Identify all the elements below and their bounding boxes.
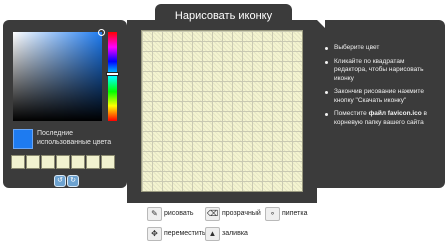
tool-label: переместить [164, 230, 206, 237]
fill-bucket-icon: ▲ [205, 227, 220, 241]
eyedropper-icon: ∘ [265, 207, 280, 221]
tool-label: заливка [222, 230, 248, 237]
instruction-filename: файл favicon.ico [368, 110, 422, 117]
redo-icon[interactable]: ↻ [67, 175, 79, 187]
move-icon: ✥ [147, 227, 162, 241]
recent-color-swatch[interactable] [26, 155, 40, 169]
eraser-icon: ⌫ [205, 207, 220, 221]
current-color-swatch [13, 129, 33, 149]
instruction-item: Кликайте по квадратам редактора, чтобы н… [325, 58, 439, 84]
instructions-panel: Выберите цвет Кликайте по квадратам реда… [317, 20, 445, 188]
page-title: Нарисовать иконку [174, 10, 273, 22]
tool-label: пипетка [282, 210, 308, 217]
hue-slider[interactable] [106, 32, 119, 121]
instructions-list: Выберите цвет Кликайте по квадратам реда… [325, 44, 439, 132]
hue-slider-handle[interactable] [106, 72, 119, 76]
tool-label: прозрачный [222, 210, 261, 217]
recent-colors-label: Последние использованные цвета [37, 130, 112, 146]
recent-color-swatch[interactable] [41, 155, 55, 169]
instruction-item: Закончив рисование нажмите кнопку "Скача… [325, 88, 439, 105]
color-picker-cursor[interactable] [98, 29, 105, 36]
panel-notch [317, 20, 325, 28]
instruction-text: Поместите [334, 110, 369, 117]
title-tab: Нарисовать иконку [155, 4, 292, 26]
tool-label: рисовать [164, 210, 194, 217]
pencil-icon: ✎ [147, 207, 162, 221]
instruction-item: Поместите файл favicon.ico в корневую па… [325, 110, 439, 127]
undo-icon[interactable]: ↺ [54, 175, 66, 187]
recent-color-swatch[interactable] [56, 155, 70, 169]
saturation-value-picker[interactable] [13, 29, 105, 121]
instruction-item: Выберите цвет [325, 44, 439, 53]
recent-color-swatch[interactable] [101, 155, 115, 169]
recent-color-swatch[interactable] [86, 155, 100, 169]
recent-color-swatch[interactable] [71, 155, 85, 169]
recent-color-swatch[interactable] [11, 155, 25, 169]
pixel-grid-canvas[interactable] [141, 30, 303, 192]
color-picker-panel: Последние использованные цвета ↺ ↻ [3, 20, 127, 188]
